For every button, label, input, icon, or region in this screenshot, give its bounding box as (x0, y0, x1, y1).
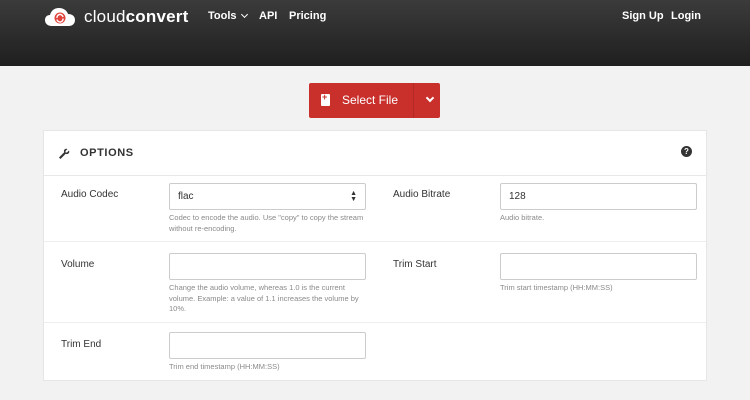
volume-input[interactable] (169, 253, 366, 280)
nav-pricing[interactable]: Pricing (289, 10, 326, 22)
volume-help: Change the audio volume, whereas 1.0 is … (169, 283, 359, 313)
trim-end-label: Trim End (61, 339, 102, 350)
trim-start-help: Trim start timestamp (HH:MM:SS) (500, 283, 613, 292)
trim-end-input[interactable] (169, 332, 366, 359)
row-divider (44, 322, 706, 323)
nav-tools[interactable]: Tools (208, 10, 248, 22)
nav-tools-label: Tools (208, 10, 237, 22)
audio-codec-help: Codec to encode the audio. Use "copy" to… (169, 213, 364, 233)
audio-codec-value: flac (178, 191, 194, 202)
nav-api[interactable]: API (259, 10, 277, 22)
top-navbar: cloudconvert Tools API Pricing Sign Up L… (0, 0, 750, 66)
add-file-icon (321, 92, 330, 106)
trim-start-label: Trim Start (393, 259, 437, 270)
chevron-down-icon (240, 10, 248, 19)
audio-bitrate-label: Audio Bitrate (393, 189, 451, 200)
audio-codec-select[interactable]: flac ▲ ▼ (169, 183, 366, 210)
login-link[interactable]: Login (671, 10, 701, 22)
audio-bitrate-help: Audio bitrate. (500, 213, 545, 222)
chevron-down-icon[interactable] (425, 93, 435, 103)
trim-start-input[interactable] (500, 253, 697, 280)
trim-end-help: Trim end timestamp (HH:MM:SS) (169, 362, 280, 371)
options-panel: OPTIONS ? Audio Codec flac ▲ ▼ Codec to e… (43, 130, 707, 381)
audio-codec-label: Audio Codec (61, 189, 119, 200)
select-file-label: Select File (342, 93, 399, 107)
audio-bitrate-input[interactable] (500, 183, 697, 210)
cloud-logo-icon (45, 8, 75, 26)
volume-label: Volume (61, 259, 95, 270)
select-file-button[interactable]: Select File (309, 83, 440, 118)
options-header: OPTIONS ? (44, 131, 706, 176)
row-divider (44, 241, 706, 242)
options-title: OPTIONS (80, 147, 134, 159)
cloudconvert-logo[interactable]: cloudconvert (44, 6, 188, 28)
brand-name: cloudconvert (84, 7, 189, 26)
help-icon[interactable]: ? (681, 146, 692, 157)
select-arrows-icon: ▲ ▼ (350, 190, 357, 203)
sign-up-link[interactable]: Sign Up (622, 10, 664, 22)
button-divider (413, 83, 414, 118)
wrench-icon (59, 148, 70, 159)
